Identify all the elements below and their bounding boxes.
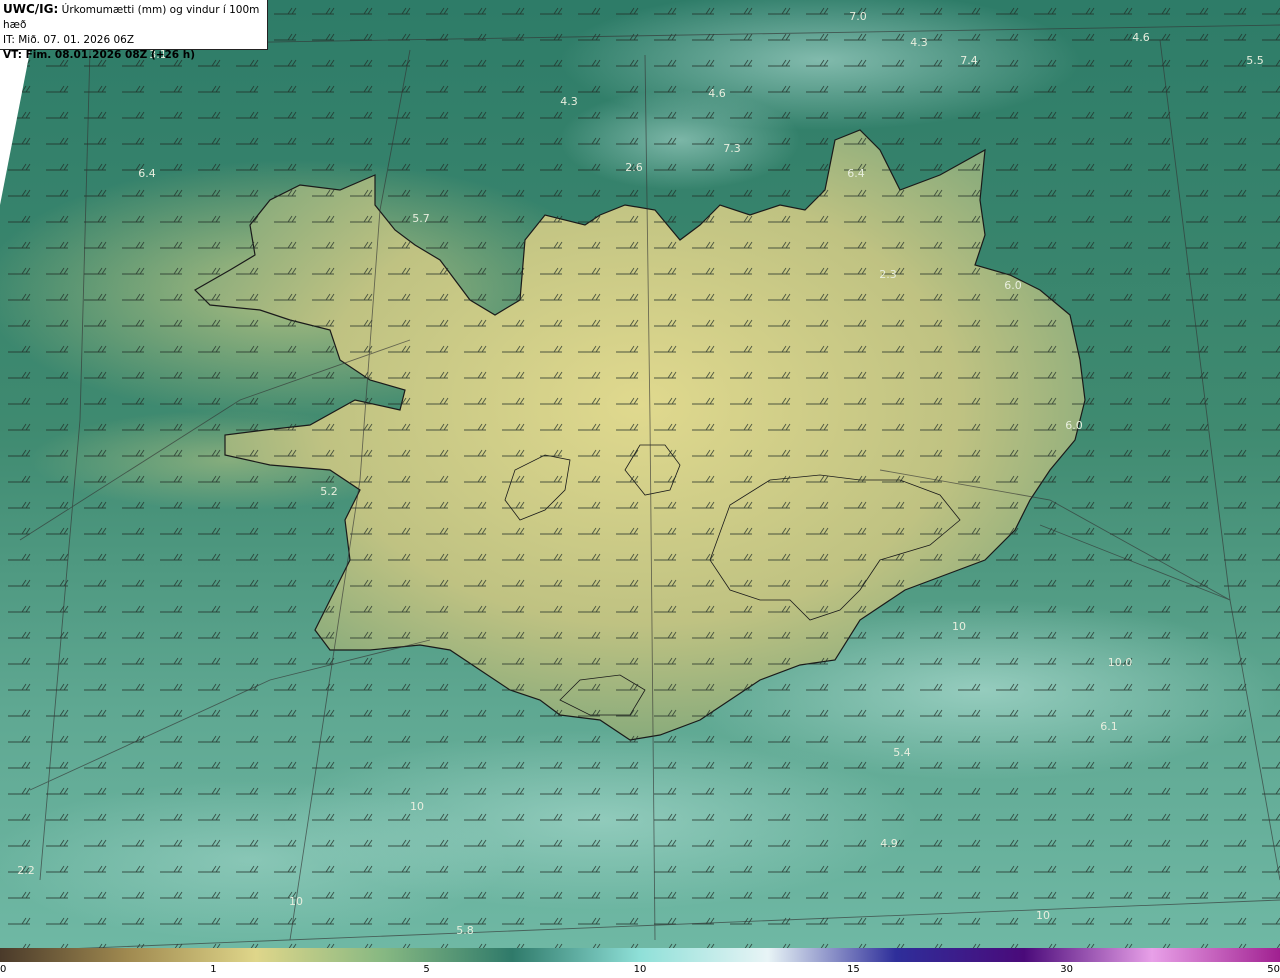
model-label: UWC/IG: — [3, 2, 59, 16]
value-label: 10 — [410, 800, 424, 813]
domain-barbs — [0, 0, 1280, 948]
forecast-map-panel: 7.0 4.3 7.4 4.6 5.5 3.1 4.3 4.6 7.3 6.4 2.6 6.4 5.7 2… — [0, 0, 1280, 978]
value-label: 2.6 — [625, 161, 643, 174]
colorbar-gradient — [0, 948, 1280, 962]
value-label: 6.0 — [1065, 419, 1083, 432]
value-label: 5.8 — [456, 924, 474, 937]
map-canvas: 7.04.37.44.65.53.14.34.67.36.4 2.6 6.45.72… — [0, 0, 1280, 948]
colorbar-tick: 15 — [847, 964, 860, 975]
value-label: 4.3 — [560, 95, 578, 108]
init-time: Mið. 07. 01. 2026 06Z — [18, 34, 135, 46]
value-label: 7.0 — [849, 10, 867, 23]
value-label: 7.4 — [960, 54, 978, 67]
value-label: 6.4 — [138, 167, 156, 180]
colorbar-tick: 50 — [1267, 964, 1280, 975]
value-label: 4.6 — [708, 87, 726, 100]
colorbar-tick: 30 — [1060, 964, 1073, 975]
value-label: 5.7 — [412, 212, 430, 225]
value-label: 4.9 — [880, 837, 898, 850]
value-label: 4.3 — [910, 36, 928, 49]
info-box: UWC/IG: Úrkomumætti (mm) og vindur í 100… — [0, 0, 268, 61]
value-label: 6.0 — [1004, 279, 1022, 292]
valid-prefix: VT: — [3, 49, 22, 61]
value-label: 10 — [289, 895, 303, 908]
value-label: 2.2 — [17, 864, 35, 877]
colorbar: 0 1 5 10 15 30 50 — [0, 948, 1280, 978]
value-label: 5.2 — [320, 485, 338, 498]
colorbar-tick: 5 — [423, 964, 430, 975]
init-prefix: IT: — [3, 34, 15, 46]
valid-time: Fim. 08.01.2026 08Z (+26 h) — [25, 49, 196, 61]
value-label: 10 — [1036, 909, 1050, 922]
value-label: 6.1 — [1100, 720, 1118, 733]
value-label: 4.6 — [1132, 31, 1150, 44]
value-label: 5.4 — [893, 746, 911, 759]
colorbar-tick: 0 — [0, 964, 7, 975]
value-label: 6.4 — [847, 167, 865, 180]
value-label: 5.5 — [1246, 54, 1264, 67]
colorbar-tick: 1 — [210, 964, 217, 975]
value-label: 2.3 — [879, 268, 897, 281]
colorbar-tick: 10 — [633, 964, 647, 975]
value-label: 7.3 — [723, 142, 741, 155]
value-label: 10 — [952, 620, 966, 633]
value-label: 10.0 — [1108, 656, 1133, 669]
